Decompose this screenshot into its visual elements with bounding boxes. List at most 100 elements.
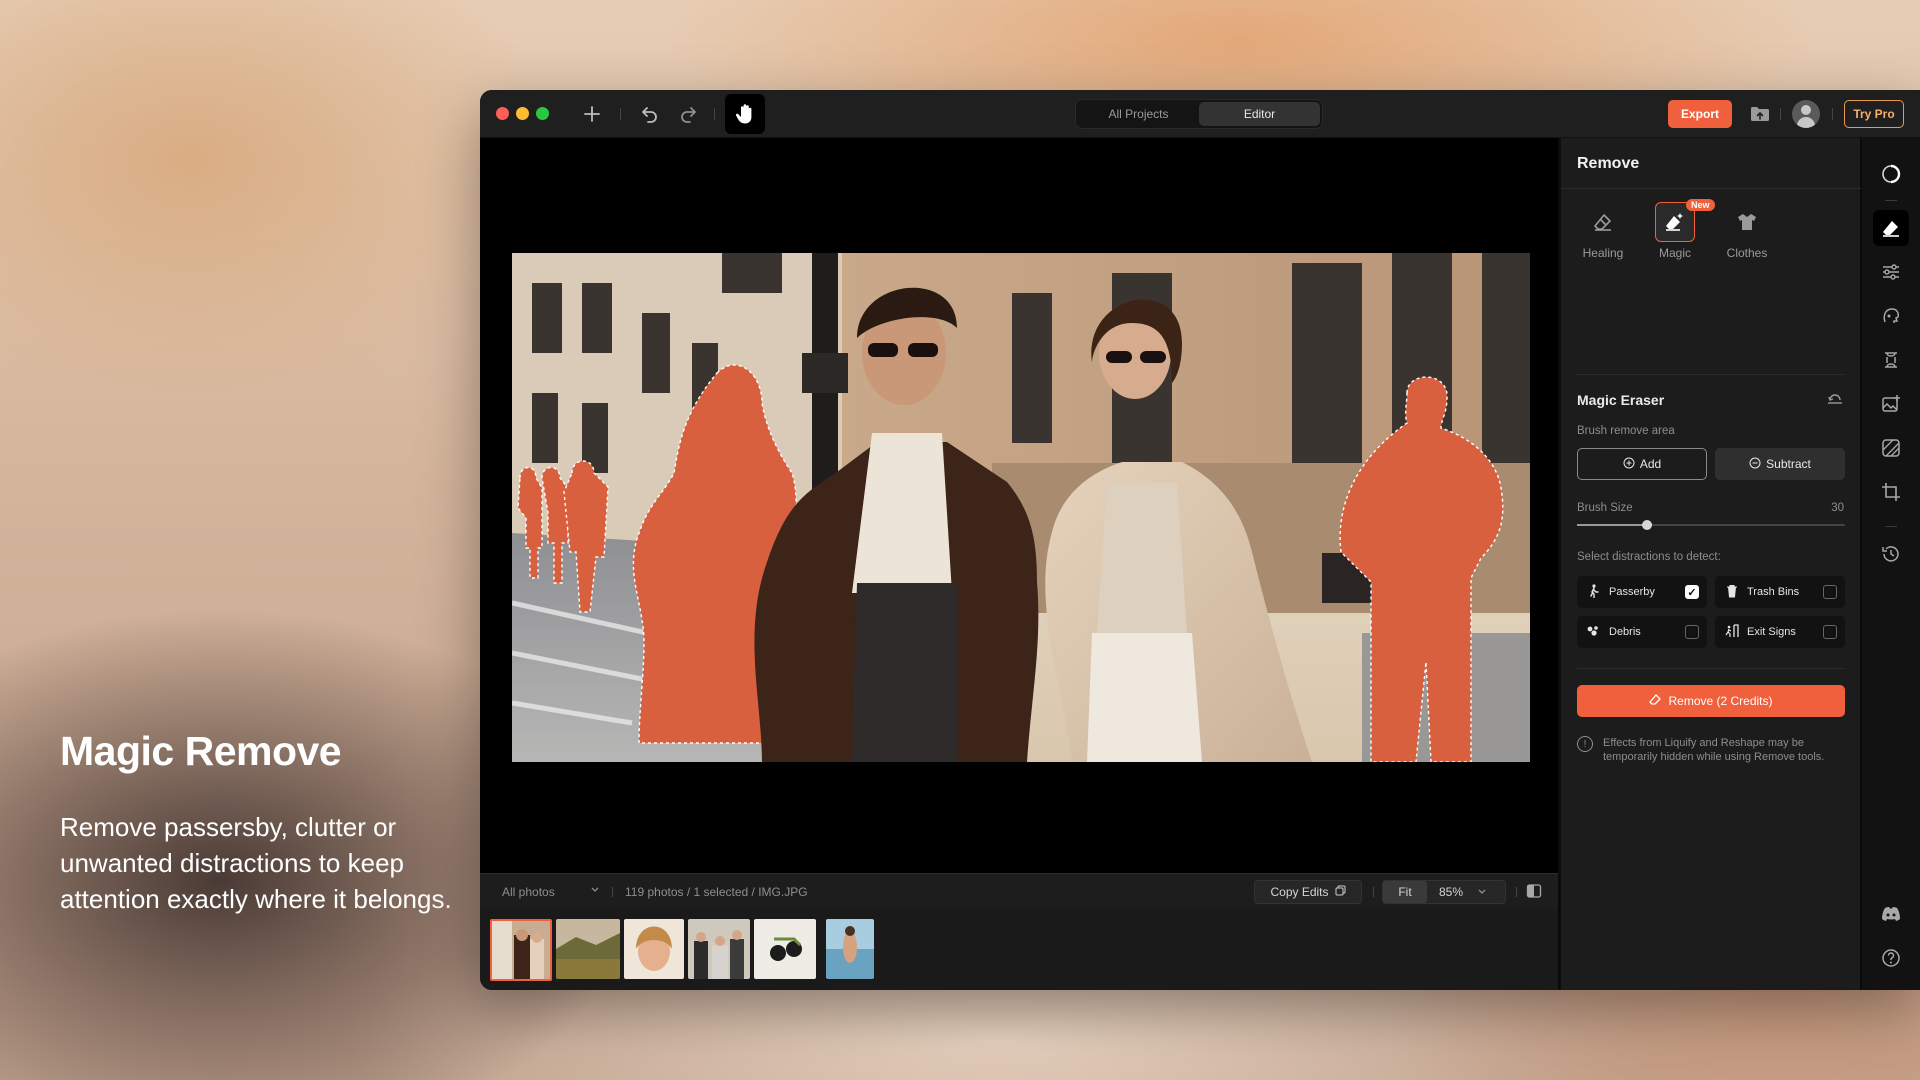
- brush-area-label: Brush remove area: [1577, 425, 1675, 437]
- reset-icon[interactable]: [1827, 392, 1843, 411]
- remove-tool-icon[interactable]: [1873, 210, 1909, 246]
- chevron-down-icon[interactable]: [1477, 885, 1487, 899]
- walking-person-icon: [1587, 583, 1601, 601]
- panel-divider: [1577, 668, 1845, 669]
- plus-circle-icon: [1623, 457, 1635, 472]
- tool-rail: [1862, 138, 1920, 990]
- try-pro-button[interactable]: Try Pro: [1844, 100, 1904, 128]
- subtract-brush-button[interactable]: Subtract: [1715, 448, 1845, 480]
- remove-button[interactable]: Remove (2 Credits): [1577, 685, 1845, 717]
- checkbox-debris[interactable]: [1685, 625, 1699, 639]
- zoom-window-button[interactable]: [536, 107, 549, 120]
- history-icon[interactable]: [1873, 536, 1909, 572]
- exit-sign-icon: [1725, 623, 1739, 641]
- crop-icon[interactable]: [1873, 474, 1909, 510]
- copy-edits-button[interactable]: Copy Edits: [1254, 880, 1362, 904]
- selection-info: 119 photos / 1 selected / IMG.JPG: [625, 885, 808, 899]
- hand-tool-icon[interactable]: [725, 94, 765, 134]
- promo-title: Magic Remove: [60, 728, 342, 774]
- distraction-exit-signs[interactable]: Exit Signs: [1715, 616, 1845, 648]
- distraction-label: Debris: [1609, 626, 1641, 638]
- add-icon[interactable]: [578, 100, 606, 128]
- subtract-label: Subtract: [1766, 457, 1811, 471]
- slider-handle[interactable]: [1642, 520, 1652, 530]
- promo-body: Remove passersby, clutter or unwanted di…: [60, 812, 452, 914]
- tool-label: Clothes: [1726, 246, 1768, 260]
- presets-icon[interactable]: [1873, 156, 1909, 192]
- copy-icon: [1335, 885, 1346, 899]
- rail-divider: [1885, 200, 1897, 201]
- checkbox-trash-bins[interactable]: [1823, 585, 1837, 599]
- panel-divider: [1561, 188, 1861, 189]
- filmstrip-thumbnail[interactable]: [688, 919, 750, 979]
- copy-edits-label: Copy Edits: [1270, 885, 1329, 899]
- minus-circle-icon: [1749, 457, 1761, 472]
- body-reshape-icon[interactable]: [1873, 342, 1909, 378]
- tool-label: Healing: [1582, 246, 1624, 260]
- filmstrip-thumbnail[interactable]: [826, 919, 874, 979]
- tool-healing[interactable]: Healing: [1573, 202, 1633, 260]
- filmstrip-thumbnail[interactable]: [754, 919, 816, 979]
- help-icon[interactable]: [1873, 940, 1909, 976]
- brush-size-slider[interactable]: [1577, 520, 1845, 530]
- export-button[interactable]: Export: [1668, 100, 1732, 128]
- fit-button[interactable]: Fit: [1383, 881, 1427, 903]
- distraction-debris[interactable]: Debris: [1577, 616, 1707, 648]
- toolbar-divider: [1832, 108, 1833, 120]
- texture-icon[interactable]: [1873, 430, 1909, 466]
- eraser-icon: [1649, 693, 1662, 709]
- share-folder-icon[interactable]: [1746, 100, 1774, 128]
- undo-icon[interactable]: [636, 100, 664, 128]
- add-brush-button[interactable]: Add: [1577, 448, 1707, 480]
- checkbox-exit-signs[interactable]: [1823, 625, 1837, 639]
- filmstrip: [480, 909, 1558, 990]
- tool-magic[interactable]: New Magic: [1645, 199, 1715, 260]
- filmstrip-thumbnail[interactable]: [624, 919, 684, 979]
- redo-icon[interactable]: [674, 100, 702, 128]
- distraction-trash-bins[interactable]: Trash Bins: [1715, 576, 1845, 608]
- checkbox-passerby[interactable]: ✓: [1685, 585, 1699, 599]
- minimize-window-button[interactable]: [516, 107, 529, 120]
- tab-editor[interactable]: Editor: [1199, 102, 1320, 126]
- panel-title: Remove: [1577, 155, 1640, 172]
- filmstrip-thumbnail[interactable]: [490, 919, 552, 981]
- remove-note: Effects from Liquify and Reshape may be …: [1603, 737, 1825, 763]
- editor-canvas[interactable]: [480, 138, 1558, 873]
- zoom-control: Fit 85%: [1382, 880, 1506, 904]
- brush-size-label: Brush Size: [1577, 502, 1633, 514]
- zoom-select[interactable]: 85%: [1439, 885, 1463, 899]
- slider-fill: [1577, 524, 1647, 526]
- brush-size-value: 30: [1831, 502, 1844, 514]
- filmbar-divider: [612, 887, 613, 897]
- trash-icon: [1725, 584, 1739, 601]
- compare-icon[interactable]: [1526, 883, 1542, 902]
- image-enhance-icon[interactable]: [1873, 386, 1909, 422]
- toolbar-divider: [620, 108, 621, 120]
- toolbar-divider: [714, 108, 715, 120]
- remove-label: Remove (2 Credits): [1668, 694, 1773, 708]
- discord-icon[interactable]: [1873, 896, 1909, 932]
- shirt-icon: [1727, 202, 1767, 242]
- detect-label: Select distractions to detect:: [1577, 551, 1721, 563]
- filmstrip-thumbnail[interactable]: [556, 919, 620, 979]
- close-window-button[interactable]: [496, 107, 509, 120]
- distraction-passerby[interactable]: Passerby ✓: [1577, 576, 1707, 608]
- chevron-down-icon[interactable]: [590, 883, 600, 897]
- toolbar-divider: [1780, 108, 1781, 120]
- view-switcher: All Projects Editor: [1075, 99, 1323, 129]
- avatar[interactable]: [1792, 100, 1820, 128]
- info-icon: !: [1577, 736, 1593, 752]
- edited-photo[interactable]: [512, 253, 1530, 762]
- eraser-icon: [1583, 202, 1623, 242]
- filmbar-divider: [1373, 887, 1374, 897]
- distraction-label: Passerby: [1609, 586, 1655, 598]
- distraction-label: Exit Signs: [1747, 626, 1796, 638]
- panel-divider: [1577, 374, 1845, 375]
- face-retouch-icon[interactable]: [1873, 298, 1909, 334]
- section-title: Magic Eraser: [1577, 392, 1665, 408]
- adjust-sliders-icon[interactable]: [1873, 254, 1909, 290]
- tool-clothes[interactable]: Clothes: [1717, 202, 1777, 260]
- tab-all-projects[interactable]: All Projects: [1078, 102, 1199, 126]
- tool-label: Magic: [1658, 246, 1691, 260]
- album-select[interactable]: All photos: [502, 885, 555, 899]
